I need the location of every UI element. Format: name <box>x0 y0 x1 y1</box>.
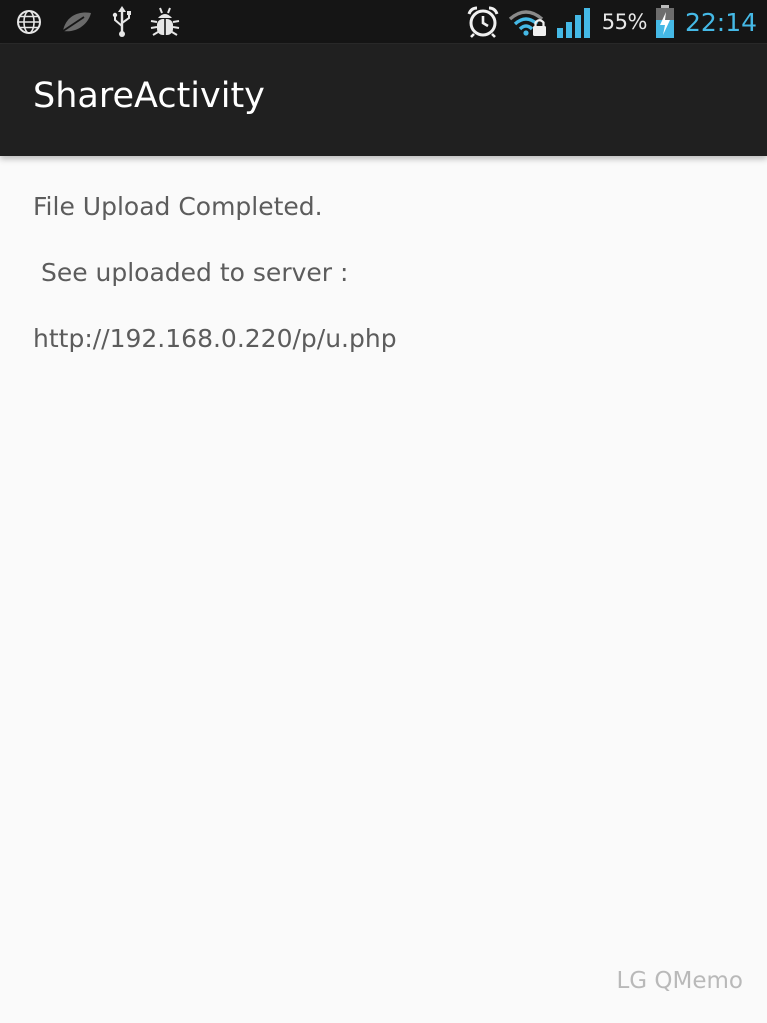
status-bar: 55% 22:14 <box>0 0 767 44</box>
status-bar-notifications <box>16 4 180 40</box>
status-bar-system: 55% 22:14 <box>466 2 757 42</box>
battery-percent: 55% <box>601 10 648 34</box>
signal-bars-icon <box>556 6 592 38</box>
leaf-icon <box>60 9 94 35</box>
globe-icon <box>16 9 42 35</box>
app-title: ShareActivity <box>33 76 265 116</box>
server-label-text: See uploaded to server : <box>33 258 349 287</box>
action-bar: ShareActivity <box>0 44 767 156</box>
battery-charging-icon <box>655 5 675 39</box>
debug-bug-icon <box>150 6 180 38</box>
upload-status-text: File Upload Completed. <box>33 192 323 221</box>
status-clock: 22:14 <box>684 7 757 37</box>
usb-icon <box>112 6 132 38</box>
qmemo-watermark: LG QMemo <box>616 968 743 994</box>
wifi-lock-icon <box>508 7 548 37</box>
server-url-text: http://192.168.0.220/p/u.php <box>33 324 397 353</box>
alarm-clock-icon <box>466 5 500 39</box>
